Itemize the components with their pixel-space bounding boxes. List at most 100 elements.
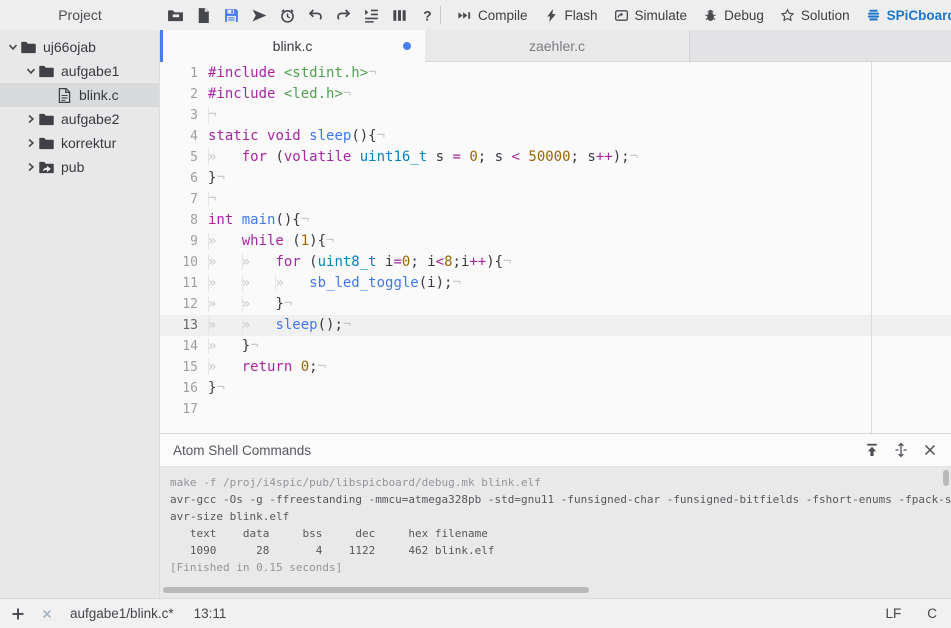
send-icon[interactable] — [251, 7, 268, 24]
status-bar: aufgabe1/blink.c* 13:11 LF C — [0, 598, 951, 628]
tree-item-label: korrektur — [61, 135, 116, 151]
build-panel-header: Atom Shell Commands — [160, 433, 951, 467]
code-text: » » for (uint8_t i=0; i<8;i++){¬ — [208, 252, 512, 273]
line-number[interactable]: 6 — [160, 168, 208, 189]
code-line[interactable]: 13» » sleep();¬ — [160, 315, 951, 336]
chevron-down-icon[interactable] — [24, 64, 38, 78]
spicboard-icon — [866, 8, 881, 23]
spicboard-button[interactable]: SPiCboard — [858, 8, 951, 23]
code-line[interactable]: 17 — [160, 399, 951, 420]
code-line[interactable]: 8int main(){¬ — [160, 210, 951, 231]
debug-button[interactable]: Debug — [695, 8, 772, 23]
code-text: }¬ — [208, 168, 225, 189]
code-text: » » sleep();¬ — [208, 315, 351, 336]
code-line[interactable]: 15» return 0;¬ — [160, 357, 951, 378]
save-icon[interactable] — [223, 7, 240, 24]
horizontal-scrollbar[interactable] — [163, 587, 589, 593]
wrap-guide — [871, 62, 872, 433]
line-number[interactable]: 17 — [160, 399, 208, 420]
code-line[interactable]: 12» » }¬ — [160, 294, 951, 315]
line-number[interactable]: 12 — [160, 294, 208, 315]
output-line: 1090 28 4 1122 462 blink.elf — [170, 542, 951, 559]
line-number[interactable]: 2 — [160, 84, 208, 105]
code-line[interactable]: 7¬ — [160, 189, 951, 210]
line-number[interactable]: 3 — [160, 105, 208, 126]
code-line[interactable]: 11» » » sb_led_toggle(i);¬ — [160, 273, 951, 294]
modified-dot-icon[interactable] — [403, 42, 411, 50]
code-line[interactable]: 5» for (volatile uint16_t s = 0; s < 500… — [160, 147, 951, 168]
line-number[interactable]: 4 — [160, 126, 208, 147]
simulate-icon — [614, 8, 629, 23]
line-number[interactable]: 7 — [160, 189, 208, 210]
code-line[interactable]: 10» » for (uint8_t i=0; i<8;i++){¬ — [160, 252, 951, 273]
tab-zaehler.c[interactable]: zaehler.c — [425, 30, 690, 62]
columns-icon[interactable] — [391, 7, 408, 24]
chevron-down-icon[interactable] — [6, 40, 20, 54]
debug-label: Debug — [724, 8, 764, 23]
auto-scroll-button[interactable] — [893, 442, 909, 458]
code-line[interactable]: 4static void sleep(){¬ — [160, 126, 951, 147]
help-icon[interactable]: ? — [419, 7, 436, 24]
chevron-right-icon[interactable] — [24, 160, 38, 174]
status-line-ending[interactable]: LF — [885, 606, 901, 621]
tree-item-uj66ojab[interactable]: uj66ojab — [0, 35, 159, 59]
line-number[interactable]: 9 — [160, 231, 208, 252]
vertical-scrollbar[interactable] — [943, 470, 949, 486]
line-number[interactable]: 16 — [160, 378, 208, 399]
code-editor[interactable]: 1#include <stdint.h>¬2#include <led.h>¬3… — [160, 62, 951, 433]
format-indent-icon[interactable] — [363, 7, 380, 24]
tree-item-aufgabe1[interactable]: aufgabe1 — [0, 59, 159, 83]
tree-item-aufgabe2[interactable]: aufgabe2 — [0, 107, 159, 131]
scroll-to-top-button[interactable] — [864, 442, 880, 458]
code-line[interactable]: 16}¬ — [160, 378, 951, 399]
timer-icon[interactable] — [279, 7, 296, 24]
line-number[interactable]: 1 — [160, 63, 208, 84]
code-line[interactable]: 6}¬ — [160, 168, 951, 189]
output-line: avr-gcc -Os -g -ffreestanding -mmcu=atme… — [170, 491, 951, 508]
line-number[interactable]: 10 — [160, 252, 208, 273]
line-number[interactable]: 15 — [160, 357, 208, 378]
add-target-button[interactable] — [10, 606, 26, 622]
remove-target-button[interactable] — [40, 607, 54, 621]
chevron-right-icon[interactable] — [24, 136, 38, 150]
code-line[interactable]: 14» }¬ — [160, 336, 951, 357]
project-pane-title: Project — [58, 7, 102, 23]
line-number[interactable]: 5 — [160, 147, 208, 168]
build-output-panel: Atom Shell Commands make -f /proj/i4spic… — [160, 433, 951, 598]
code-text: » » » sb_led_toggle(i);¬ — [208, 273, 461, 294]
code-line[interactable]: 2#include <led.h>¬ — [160, 84, 951, 105]
code-line[interactable]: 9» while (1){¬ — [160, 231, 951, 252]
line-number[interactable]: 14 — [160, 336, 208, 357]
tree-item-blink.c[interactable]: blink.c — [0, 83, 159, 107]
code-text: » while (1){¬ — [208, 231, 334, 252]
svg-text:?: ? — [423, 7, 431, 23]
tab-blink.c[interactable]: blink.c — [160, 30, 425, 62]
close-panel-button[interactable] — [922, 442, 938, 458]
tree-item-pub[interactable]: pub — [0, 155, 159, 179]
new-file-icon[interactable] — [195, 7, 212, 24]
chevron-right-icon[interactable] — [24, 112, 38, 126]
redo-icon[interactable] — [335, 7, 352, 24]
build-panel-title: Atom Shell Commands — [173, 443, 851, 458]
undo-icon[interactable] — [307, 7, 324, 24]
code-text: » for (volatile uint16_t s = 0; s < 5000… — [208, 147, 638, 168]
spicboard-label: SPiCboard — [887, 8, 951, 23]
line-number[interactable]: 8 — [160, 210, 208, 231]
open-folder-icon[interactable] — [167, 7, 184, 24]
toolbar-action-group: CompileFlashSimulate Debug Solution SPiCboa… — [436, 6, 951, 24]
folder-icon — [38, 111, 55, 128]
status-grammar[interactable]: C — [927, 606, 937, 621]
simulate-button[interactable]: Simulate — [606, 8, 696, 23]
tree-item-label: uj66ojab — [43, 39, 96, 55]
flash-button[interactable]: Flash — [536, 8, 606, 23]
code-line[interactable]: 3¬ — [160, 105, 951, 126]
code-line[interactable]: 1#include <stdint.h>¬ — [160, 63, 951, 84]
line-number[interactable]: 13 — [160, 315, 208, 336]
line-number[interactable]: 11 — [160, 273, 208, 294]
tree-item-korrektur[interactable]: korrektur — [0, 131, 159, 155]
code-text: » » }¬ — [208, 294, 292, 315]
compile-button[interactable]: Compile — [449, 8, 536, 23]
solution-button[interactable]: Solution — [772, 8, 858, 23]
folder-icon — [20, 39, 37, 56]
status-cursor-position[interactable]: 13:11 — [194, 606, 227, 621]
